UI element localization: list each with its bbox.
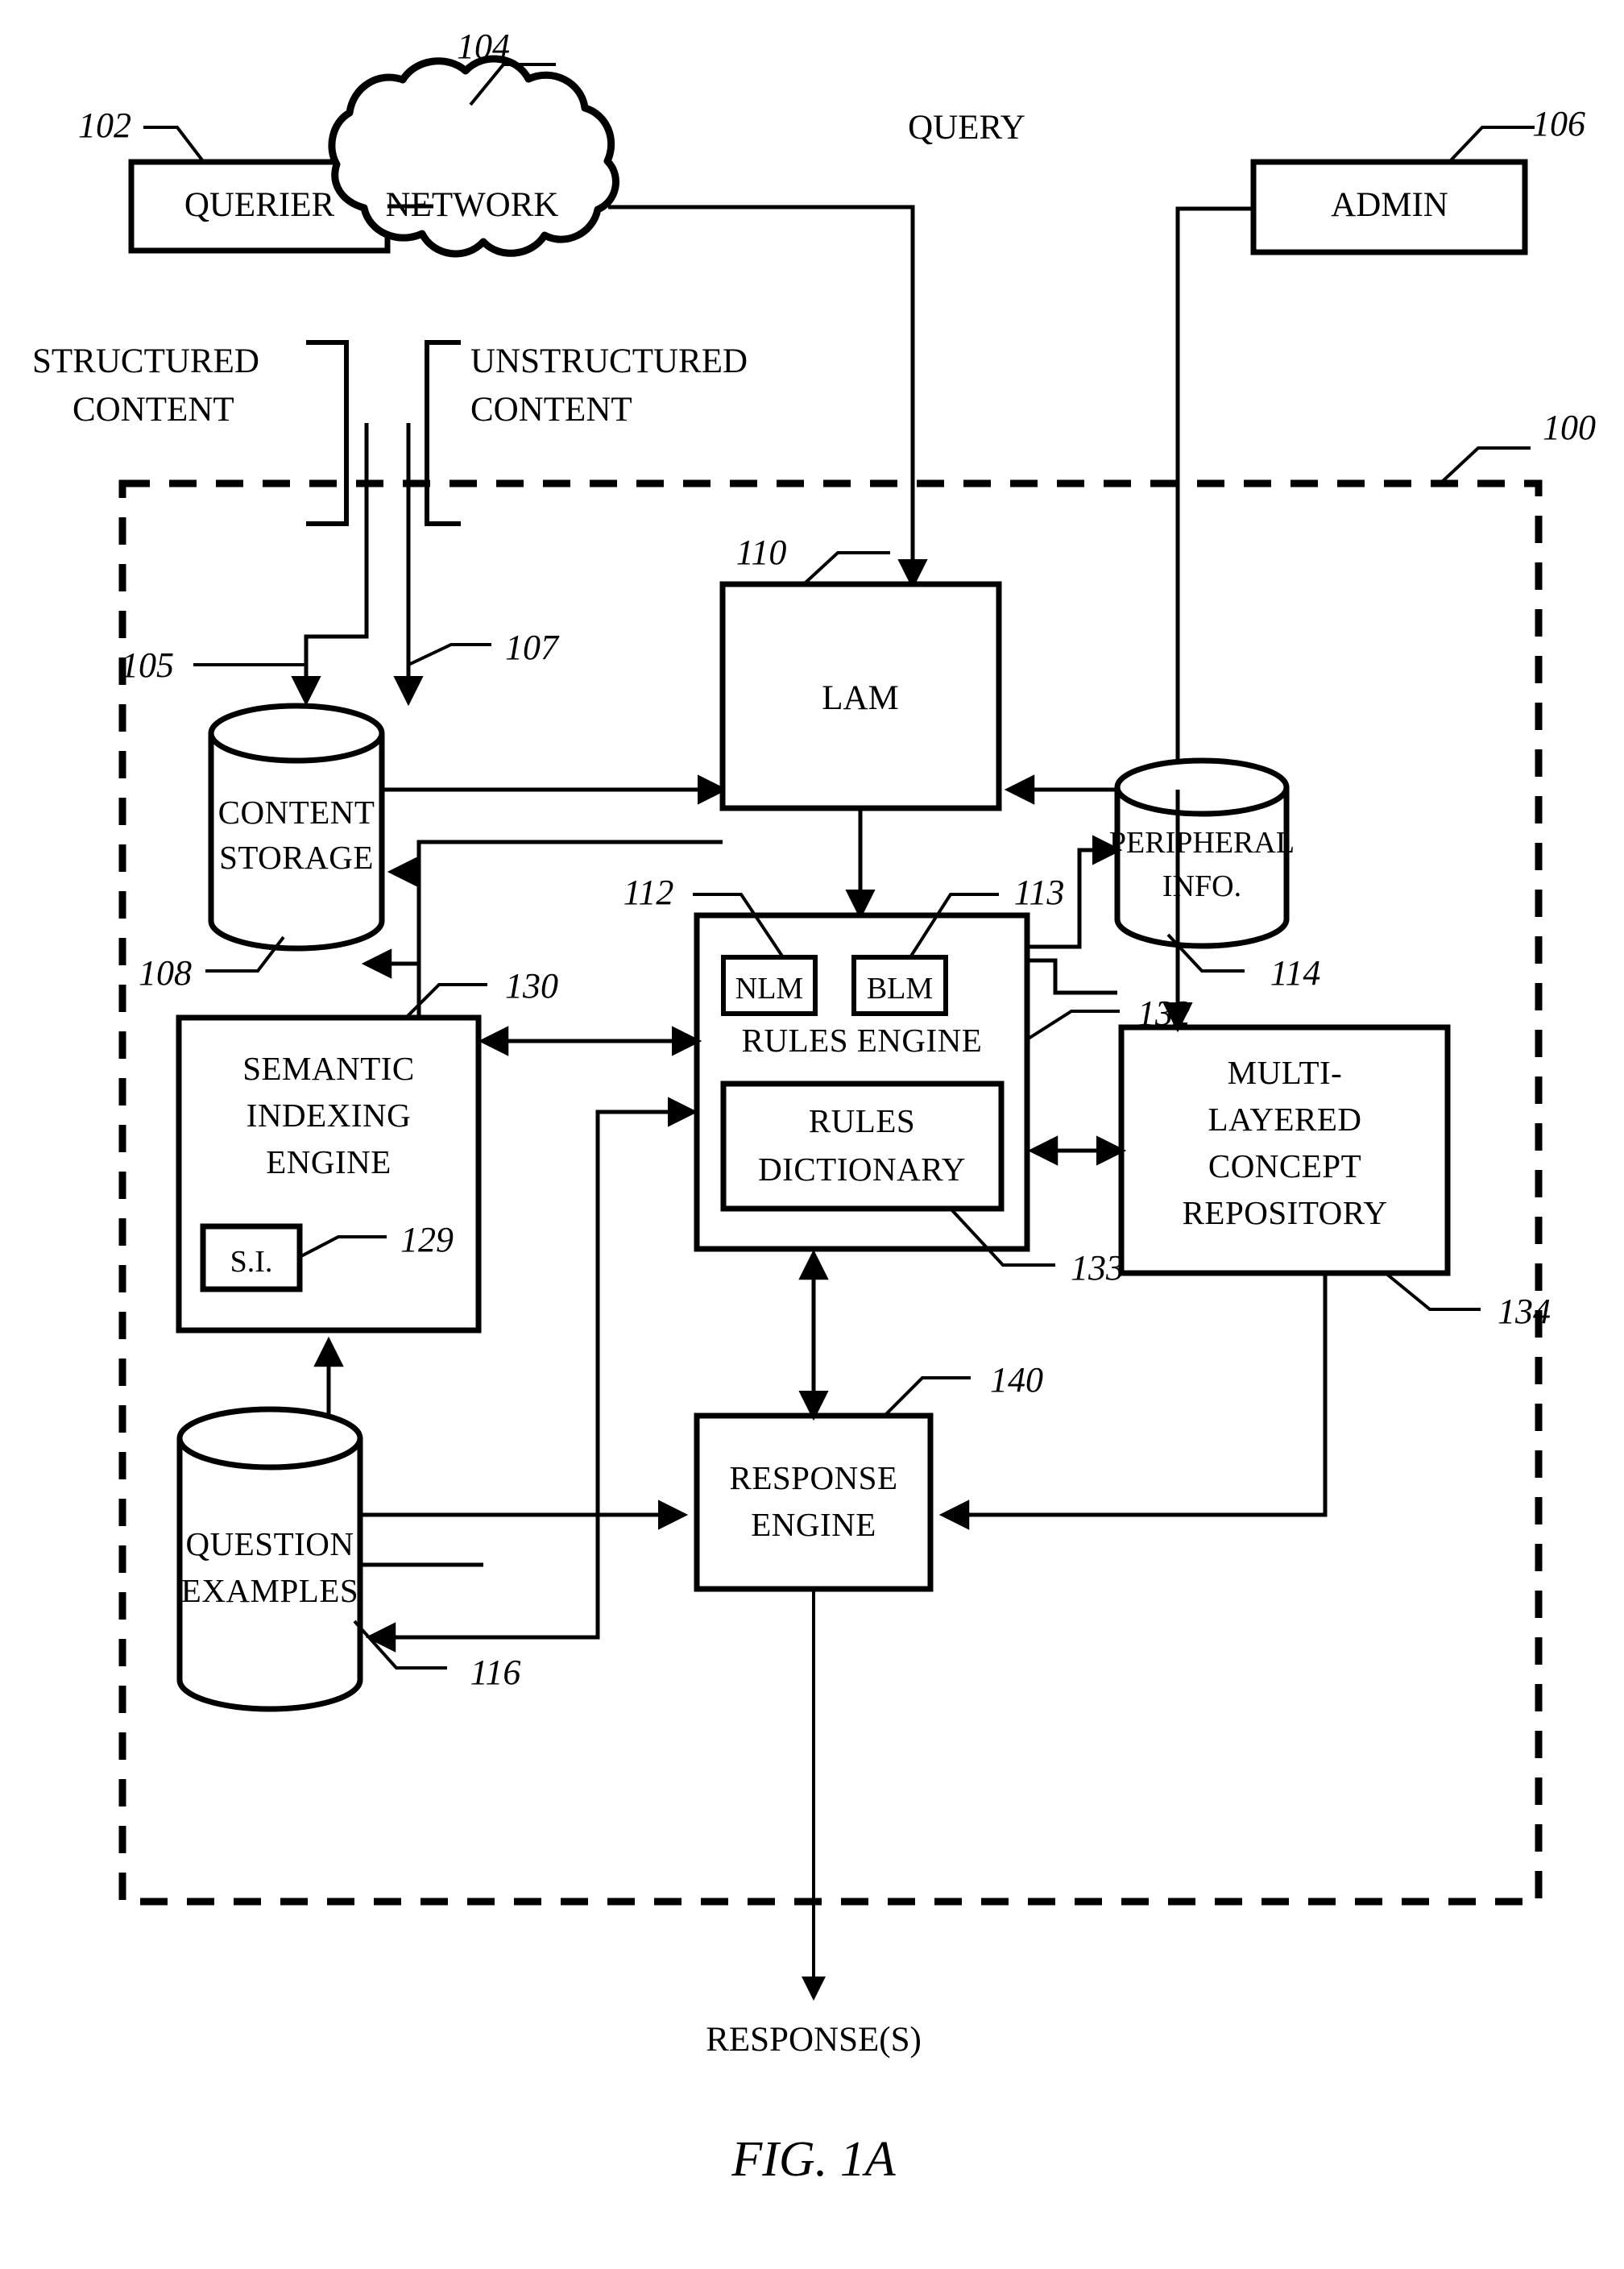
sie-label-line1: SEMANTIC bbox=[242, 1050, 415, 1087]
ref-134: 134 bbox=[1498, 1292, 1551, 1331]
ref-130: 130 bbox=[505, 966, 558, 1006]
mlcr-label-line3: CONCEPT bbox=[1208, 1147, 1361, 1184]
unstructured-content-label-line1: UNSTRUCTURED bbox=[470, 342, 748, 380]
ref-112: 112 bbox=[624, 873, 674, 912]
rules-dictionary-label-line1: RULES bbox=[809, 1102, 915, 1139]
content-storage-label-line1: CONTENT bbox=[218, 794, 375, 831]
ref-114: 114 bbox=[1270, 953, 1321, 993]
querier-label: QUERIER bbox=[184, 186, 335, 224]
response-output-label: RESPONSE(S) bbox=[706, 2021, 922, 2059]
ref-107: 107 bbox=[505, 628, 560, 667]
lam-label: LAM bbox=[822, 679, 899, 717]
blm-label: BLM bbox=[867, 972, 933, 1006]
figure-caption: FIG. 1A bbox=[731, 2132, 896, 2187]
unstructured-content-label-line2: CONTENT bbox=[470, 391, 632, 429]
response-engine-label-line1: RESPONSE bbox=[729, 1459, 897, 1496]
network-node bbox=[328, 55, 619, 258]
ref-106: 106 bbox=[1532, 104, 1585, 143]
question-examples-label-line1: QUESTION bbox=[186, 1525, 354, 1562]
ref-100: 100 bbox=[1543, 408, 1596, 447]
rules-engine-label: RULES ENGINE bbox=[742, 1022, 983, 1059]
ref-108: 108 bbox=[139, 953, 192, 993]
structured-content-label-line2: CONTENT bbox=[72, 391, 234, 429]
ref-116: 116 bbox=[470, 1653, 521, 1692]
sie-label-line2: INDEXING bbox=[246, 1097, 411, 1134]
ref-129: 129 bbox=[400, 1220, 454, 1259]
ref-133: 133 bbox=[1071, 1248, 1124, 1288]
rules-dictionary-label-line2: DICTIONARY bbox=[758, 1151, 966, 1188]
ref-140: 140 bbox=[990, 1360, 1043, 1400]
ref-104: 104 bbox=[457, 27, 510, 66]
ref-105: 105 bbox=[121, 645, 174, 685]
si-label: S.I. bbox=[230, 1245, 273, 1279]
ref-113: 113 bbox=[1014, 873, 1065, 912]
ref-102: 102 bbox=[78, 106, 131, 145]
ref-110: 110 bbox=[736, 533, 787, 572]
peripheral-info-label-line1: PERIPHERAL bbox=[1109, 826, 1295, 860]
mlcr-label-line1: MULTI- bbox=[1228, 1054, 1343, 1091]
structured-content-label-line1: STRUCTURED bbox=[32, 342, 259, 380]
peripheral-info-label-line2: INFO. bbox=[1162, 869, 1241, 903]
mlcr-label-line2: LAYERED bbox=[1208, 1101, 1361, 1138]
admin-label: ADMIN bbox=[1331, 186, 1448, 224]
query-label: QUERY bbox=[908, 109, 1025, 147]
nlm-label: NLM bbox=[735, 972, 803, 1006]
content-storage-label-line2: STORAGE bbox=[219, 839, 374, 876]
mlcr-label-line4: REPOSITORY bbox=[1183, 1194, 1388, 1231]
sie-label-line3: ENGINE bbox=[266, 1143, 392, 1180]
question-examples-label-line2: EXAMPLES bbox=[181, 1572, 358, 1609]
response-engine-node bbox=[694, 1412, 934, 1592]
patent-figure-page: 100 QUERIER 102 NETWORK 104 ADMIN 106 QU… bbox=[0, 0, 1624, 2269]
response-engine-label-line2: ENGINE bbox=[751, 1506, 876, 1543]
